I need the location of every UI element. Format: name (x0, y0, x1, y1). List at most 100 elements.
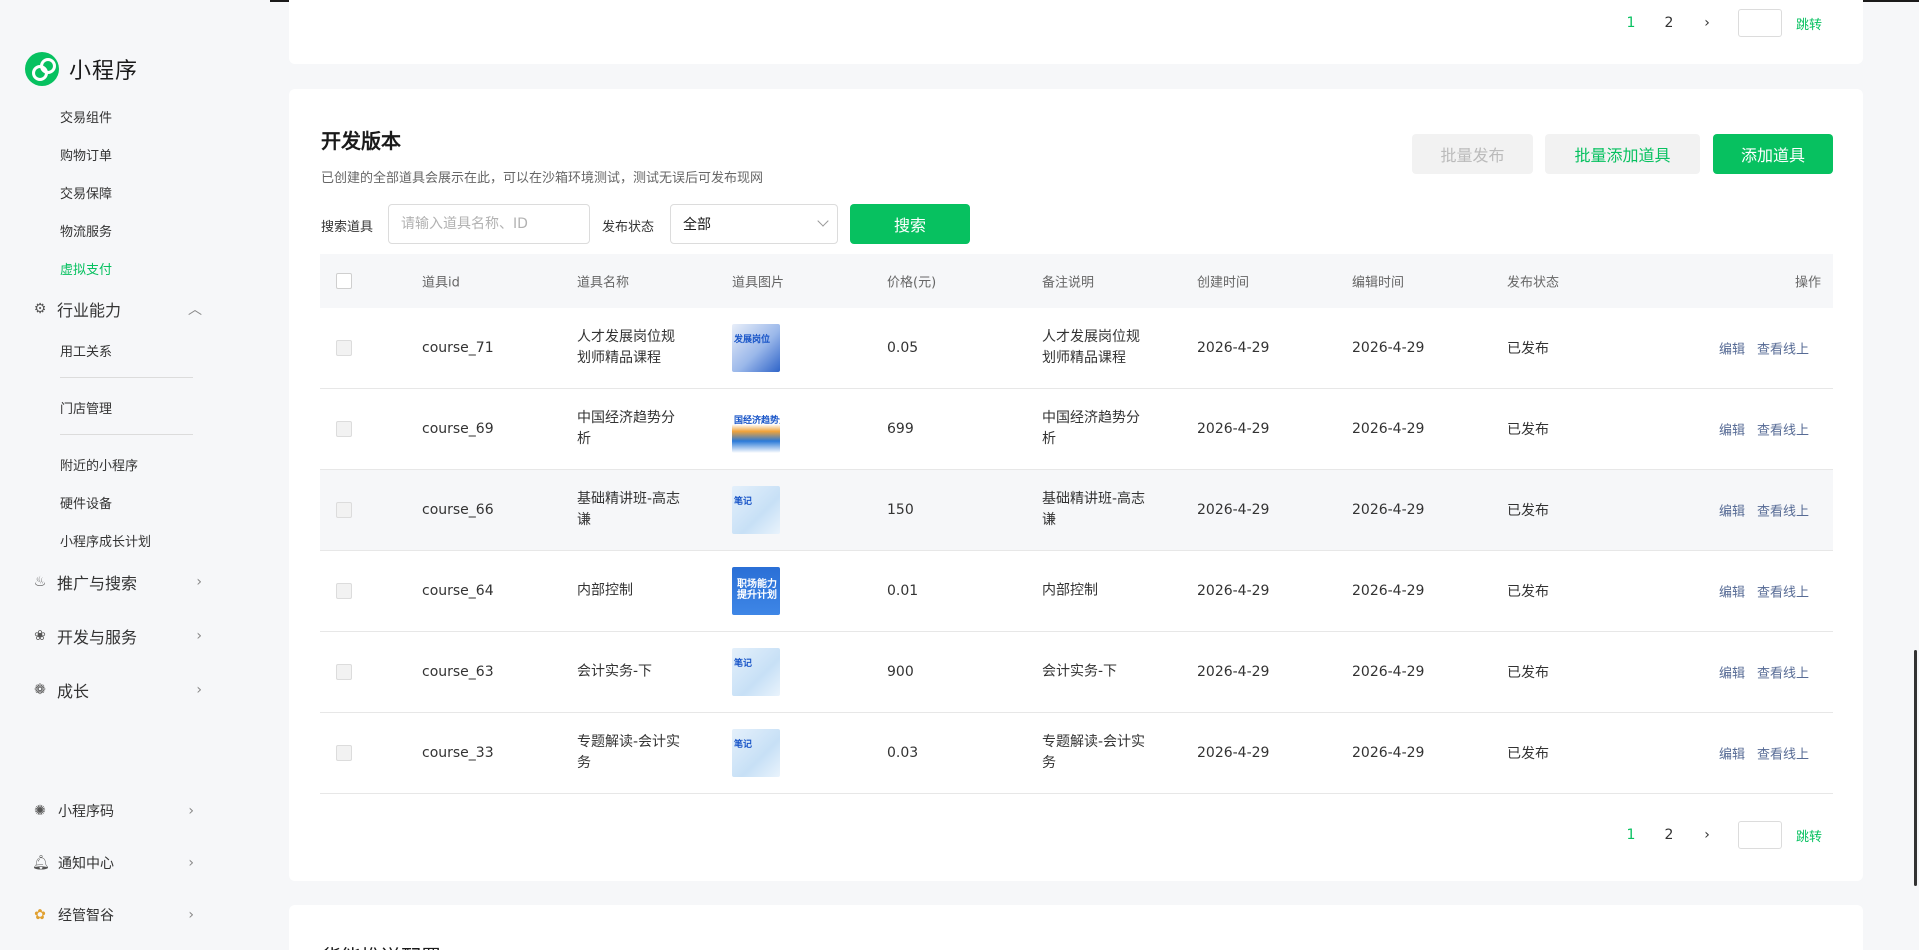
sidebar-item-shopping-orders[interactable]: 购物订单 (60, 145, 112, 164)
app-title: 小程序 (69, 59, 139, 84)
item-id: course_71 (422, 340, 494, 356)
edit-link[interactable]: 编辑 (1719, 339, 1745, 358)
jump-page-input[interactable] (1738, 9, 1782, 37)
row-checkbox[interactable] (336, 664, 352, 680)
page-scrollbar[interactable] (1914, 650, 1917, 886)
jump-button[interactable]: 跳转 (1796, 14, 1822, 33)
search-input[interactable] (401, 216, 589, 232)
batch-add-button[interactable]: 批量添加道具 (1545, 134, 1700, 174)
item-edited: 2026-4-29 (1352, 664, 1425, 680)
edit-link[interactable]: 编辑 (1719, 582, 1745, 601)
sidebar-item-trade-component[interactable]: 交易组件 (60, 107, 112, 126)
sidebar-bottom-label: 通知中心 (58, 856, 114, 872)
sidebar: 小程序 交易组件 购物订单 交易保障 物流服务 虚拟支付 ⚙ 行业能力 ︿ 用工… (0, 0, 270, 950)
table-row: course_69 中国经济趋势分析 国经济趋势分 699 中国经济趋势分析 2… (320, 389, 1833, 470)
sidebar-item-hardware[interactable]: 硬件设备 (60, 493, 112, 512)
row-checkbox[interactable] (336, 421, 352, 437)
row-checkbox[interactable] (336, 340, 352, 356)
item-created: 2026-4-29 (1197, 502, 1270, 518)
row-checkbox[interactable] (336, 502, 352, 518)
table-header: 道具id 道具名称 道具图片 价格(元) 备注说明 创建时间 编辑时间 发布状态… (320, 254, 1833, 308)
sidebar-item-trade-guarantee[interactable]: 交易保障 (60, 183, 112, 202)
sidebar-item-logistics[interactable]: 物流服务 (60, 221, 112, 240)
view-online-link[interactable]: 查看线上 (1757, 420, 1809, 439)
search-button[interactable]: 搜索 (850, 204, 970, 244)
sidebar-bottom-notifications[interactable]: 🔔︎ 通知中心 › (32, 853, 194, 873)
next-page-icon[interactable]: › (1688, 15, 1726, 31)
item-thumbnail: 国经济趋势分 (732, 405, 780, 453)
table-row: course_66 基础精讲班-高志谦 笔记 150 基础精讲班-高志谦 202… (320, 470, 1833, 551)
thumbnail-text: 职场能力提升计划 (737, 579, 777, 601)
item-thumbnail: 笔记 (732, 648, 780, 696)
sidebar-group-label: 行业能力 (57, 301, 122, 320)
item-status: 已发布 (1507, 503, 1549, 519)
item-name: 基础精讲班-高志谦 (577, 491, 681, 528)
item-created: 2026-4-29 (1197, 340, 1270, 356)
sidebar-bottom-label: 小程序码 (58, 804, 114, 820)
sidebar-item-virtual-payment[interactable]: 虚拟支付 (60, 259, 112, 278)
item-status: 已发布 (1507, 422, 1549, 438)
table-row: course_64 内部控制 职场能力提升计划 0.01 内部控制 2026-4… (320, 551, 1833, 632)
batch-publish-button[interactable]: 批量发布 (1412, 134, 1533, 174)
item-price: 699 (887, 421, 914, 437)
sidebar-item-store-management[interactable]: 门店管理 (60, 398, 112, 417)
view-online-link[interactable]: 查看线上 (1757, 744, 1809, 763)
jump-page-input[interactable] (1738, 821, 1782, 849)
item-created: 2026-4-29 (1197, 664, 1270, 680)
sidebar-group-industry[interactable]: ⚙ 行业能力 ︿ (32, 297, 202, 321)
row-checkbox[interactable] (336, 583, 352, 599)
brand-icon: ✿ (34, 907, 46, 923)
next-section-card: 货能推送配置 (289, 905, 1863, 950)
item-created: 2026-4-29 (1197, 745, 1270, 761)
view-online-link[interactable]: 查看线上 (1757, 501, 1809, 520)
item-id: course_66 (422, 502, 494, 518)
status-label: 发布状态 (602, 220, 655, 235)
sidebar-item-growth-plan[interactable]: 小程序成长计划 (60, 531, 151, 550)
sidebar-divider (60, 377, 193, 378)
view-online-link[interactable]: 查看线上 (1757, 582, 1809, 601)
chevron-right-icon: › (188, 907, 194, 923)
view-online-link[interactable]: 查看线上 (1757, 339, 1809, 358)
app-logo[interactable]: 小程序 (25, 52, 138, 86)
sidebar-bottom-brand[interactable]: ✿ 经管智谷 › (32, 905, 194, 925)
item-thumbnail: 发展岗位 (732, 324, 780, 372)
chevron-right-icon: › (188, 855, 194, 871)
status-select[interactable]: 全部 (670, 204, 838, 244)
item-edited: 2026-4-29 (1352, 502, 1425, 518)
mini-program-logo-icon (25, 52, 59, 86)
sidebar-bottom-label: 经管智谷 (58, 908, 114, 924)
item-name: 人才发展岗位规划师精品课程 (577, 329, 675, 366)
jump-button[interactable]: 跳转 (1796, 826, 1822, 845)
edit-link[interactable]: 编辑 (1719, 420, 1745, 439)
row-checkbox[interactable] (336, 745, 352, 761)
sidebar-bottom-qrcode[interactable]: ✺ 小程序码 › (32, 801, 194, 821)
edit-link[interactable]: 编辑 (1719, 744, 1745, 763)
col-status: 发布状态 (1507, 275, 1560, 291)
edit-link[interactable]: 编辑 (1719, 663, 1745, 682)
previous-section-card: 1 2 › 跳转 (289, 0, 1863, 64)
add-item-button[interactable]: 添加道具 (1713, 134, 1833, 174)
page-1-link[interactable]: 1 (1612, 827, 1650, 843)
section-title: 开发版本 (321, 129, 401, 153)
item-name: 内部控制 (577, 582, 633, 599)
item-status: 已发布 (1507, 665, 1549, 681)
page-1-link[interactable]: 1 (1612, 15, 1650, 31)
sidebar-item-nearby[interactable]: 附近的小程序 (60, 455, 138, 474)
view-online-link[interactable]: 查看线上 (1757, 663, 1809, 682)
industry-icon: ⚙ (33, 301, 47, 317)
page-2-link[interactable]: 2 (1650, 15, 1688, 31)
edit-link[interactable]: 编辑 (1719, 501, 1745, 520)
item-price: 0.01 (887, 583, 919, 599)
select-all-checkbox[interactable] (336, 273, 352, 289)
page-2-link[interactable]: 2 (1650, 827, 1688, 843)
sidebar-group-promotion[interactable]: ♨ 推广与搜索 › (32, 570, 202, 594)
sidebar-item-employment[interactable]: 用工关系 (60, 341, 112, 360)
item-edited: 2026-4-29 (1352, 745, 1425, 761)
sidebar-group-dev-service[interactable]: ❀ 开发与服务 › (32, 624, 202, 648)
search-field[interactable] (388, 204, 590, 244)
col-item-image: 道具图片 (732, 275, 785, 291)
dev-version-card: 开发版本 已创建的全部道具会展示在此，可以在沙箱环境测试，测试无误后可发布现网 … (289, 89, 1863, 881)
next-page-icon[interactable]: › (1688, 827, 1726, 843)
sidebar-group-growth[interactable]: ❁ 成长 › (32, 678, 202, 702)
item-id: course_69 (422, 421, 494, 437)
